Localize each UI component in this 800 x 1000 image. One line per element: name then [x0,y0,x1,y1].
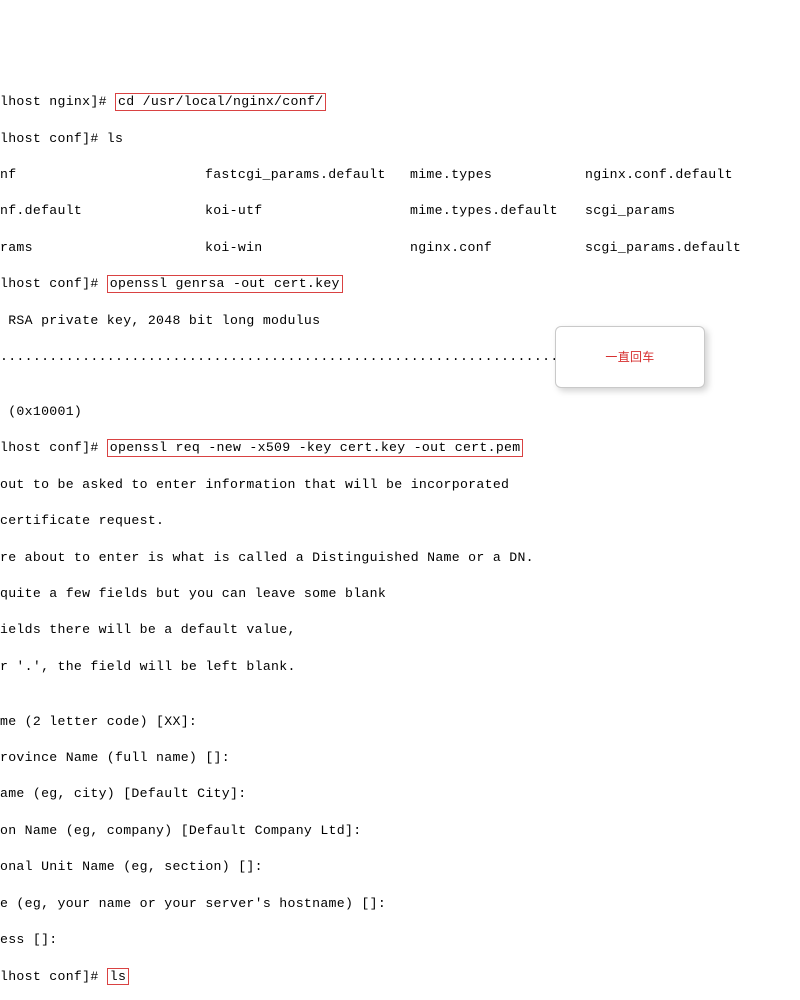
output-line: rovince Name (full name) []: [0,749,800,767]
file: scgi_params.default [585,239,800,257]
output-line: r '.', the field will be left blank. [0,658,800,676]
output-line: ields there will be a default value, [0,621,800,639]
file: rams [0,239,205,257]
file: koi-win [205,239,410,257]
prompt: lhost conf]# [0,969,107,984]
callout-text: 一直回车 [605,349,654,366]
output-line: ame (eg, city) [Default City]: [0,785,800,803]
cmd-line: lhost conf]# ls [0,968,800,986]
file: mime.types [410,166,585,184]
output-line: ess []: [0,931,800,949]
annotation-callout: 一直回车 [555,326,705,388]
output-line: e (eg, your name or your server's hostna… [0,895,800,913]
prompt: lhost conf]# [0,276,107,291]
highlighted-command: ls [107,968,129,986]
output-line: on Name (eg, company) [Default Company L… [0,822,800,840]
ls-row: nf.defaultkoi-utfmime.types.defaultscgi_… [0,202,800,220]
output-line: certificate request. [0,512,800,530]
cmd-line: lhost conf]# openssl genrsa -out cert.ke… [0,275,800,293]
file: nginx.conf.default [585,166,800,184]
cmd-line: lhost nginx]# cd /usr/local/nginx/conf/ [0,93,800,111]
highlighted-command: cd /usr/local/nginx/conf/ [115,93,326,111]
file: koi-utf [205,202,410,220]
output-line: re about to enter is what is called a Di… [0,549,800,567]
terminal-output: lhost nginx]# cd /usr/local/nginx/conf/ … [0,73,800,1000]
highlighted-command: openssl req -new -x509 -key cert.key -ou… [107,439,524,457]
file: nf [0,166,205,184]
ls-row: ramskoi-winnginx.confscgi_params.default [0,239,800,257]
output-line: (0x10001) [0,403,800,421]
file: mime.types.default [410,202,585,220]
cmd-line: lhost conf]# openssl req -new -x509 -key… [0,439,800,457]
prompt: lhost conf]# [0,440,107,455]
output-line: quite a few fields but you can leave som… [0,585,800,603]
file: nginx.conf [410,239,585,257]
file: scgi_params [585,202,800,220]
cmd-line: lhost conf]# ls [0,130,800,148]
output-line: onal Unit Name (eg, section) []: [0,858,800,876]
file: fastcgi_params.default [205,166,410,184]
ls-row: nffastcgi_params.defaultmime.typesnginx.… [0,166,800,184]
file: nf.default [0,202,205,220]
highlighted-command: openssl genrsa -out cert.key [107,275,343,293]
output-line: out to be asked to enter information tha… [0,476,800,494]
output-line: me (2 letter code) [XX]: [0,713,800,731]
prompt: lhost nginx]# [0,94,115,109]
